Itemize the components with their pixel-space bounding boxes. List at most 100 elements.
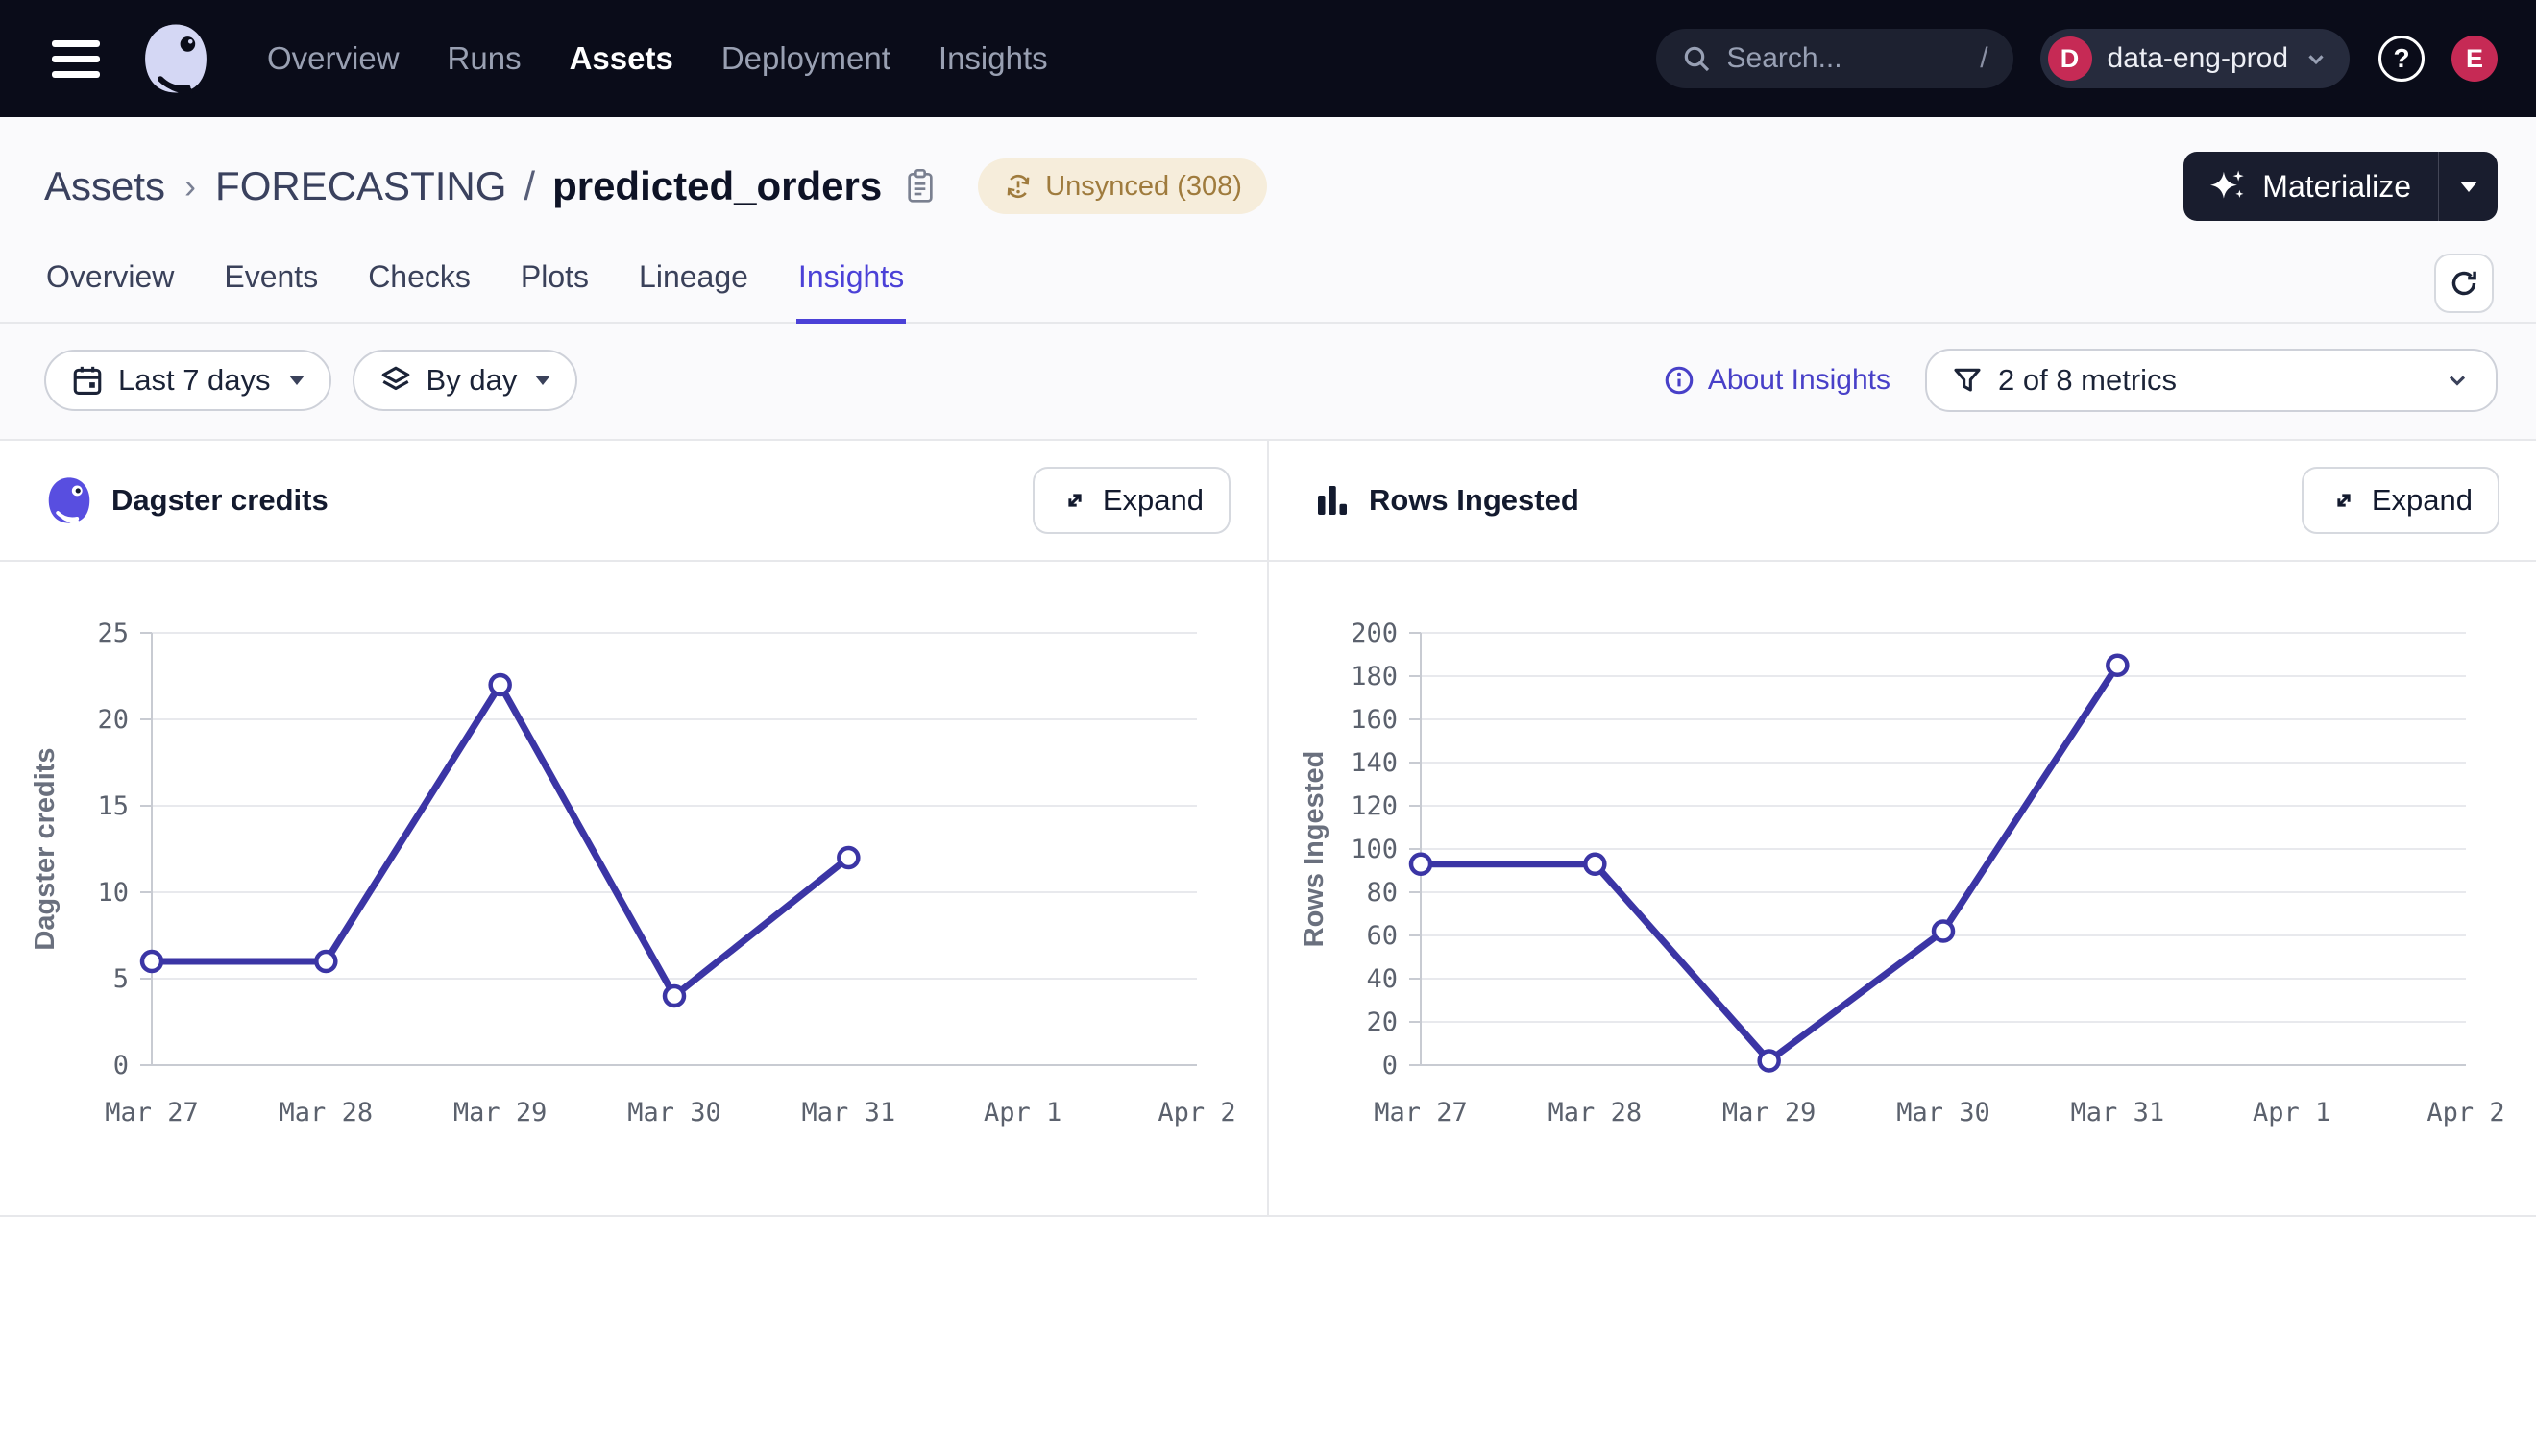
granularity-filter-button[interactable]: By day: [353, 350, 578, 411]
dagster-octopus-icon: [44, 475, 94, 525]
svg-text:Apr 2: Apr 2: [1158, 1098, 1235, 1128]
svg-text:Apr 1: Apr 1: [984, 1098, 1061, 1128]
refresh-icon: [2447, 266, 2481, 301]
layers-icon: [379, 364, 412, 397]
svg-text:Mar 29: Mar 29: [1722, 1098, 1817, 1128]
page-header: Assets › FORECASTING / predicted_orders: [0, 117, 2536, 324]
svg-text:25: 25: [97, 619, 129, 648]
expand-button[interactable]: Expand: [2302, 467, 2499, 534]
sync-status-label: Unsynced (308): [1045, 171, 1242, 203]
svg-text:Mar 31: Mar 31: [2071, 1098, 2165, 1128]
menu-icon[interactable]: [52, 40, 100, 78]
search-shortcut-hint: /: [1980, 42, 1987, 75]
deployment-initial-badge: D: [2048, 36, 2092, 81]
chart-title: Rows Ingested: [1369, 483, 1579, 518]
asset-tabs: Overview Events Checks Plots Lineage Ins…: [0, 250, 2536, 324]
breadcrumb-slash: /: [524, 163, 535, 209]
about-insights-link[interactable]: About Insights: [1663, 364, 1890, 397]
svg-text:20: 20: [97, 705, 129, 735]
insights-charts: Dagster credits Expand 0510152025Mar 27M…: [0, 439, 2536, 1217]
svg-text:Mar 29: Mar 29: [453, 1098, 548, 1128]
main-nav-links: Overview Runs Assets Deployment Insights: [267, 40, 1048, 77]
chevron-down-icon: [2460, 182, 2477, 192]
svg-text:Apr 1: Apr 1: [2253, 1098, 2330, 1128]
tab-events[interactable]: Events: [222, 250, 320, 322]
svg-text:100: 100: [1351, 835, 1398, 864]
asset-name: predicted_orders: [552, 163, 882, 209]
svg-text:Apr 2: Apr 2: [2426, 1098, 2504, 1128]
chevron-down-icon: [289, 376, 305, 385]
nav-item-runs[interactable]: Runs: [448, 40, 522, 77]
insights-filter-bar: Last 7 days By day About Insights 2 of 8…: [0, 324, 2536, 439]
breadcrumb-group-link[interactable]: FORECASTING: [215, 163, 506, 209]
svg-text:20: 20: [1366, 1007, 1398, 1037]
chevron-down-icon: [535, 376, 550, 385]
chevron-down-icon: [2304, 46, 2329, 71]
nav-item-overview[interactable]: Overview: [267, 40, 400, 77]
refresh-button[interactable]: [2434, 254, 2494, 313]
rows-ingested-panel: Rows Ingested Expand 0204060801001201401…: [1267, 441, 2536, 1215]
deployment-switcher[interactable]: D data-eng-prod: [2040, 29, 2350, 88]
svg-text:Mar 31: Mar 31: [802, 1098, 896, 1128]
sync-alert-icon: [1003, 171, 1034, 202]
svg-text:Mar 30: Mar 30: [627, 1098, 721, 1128]
copy-icon[interactable]: [905, 168, 936, 205]
breadcrumb: Assets › FORECASTING / predicted_orders: [44, 158, 1267, 214]
tab-lineage[interactable]: Lineage: [637, 250, 750, 322]
svg-text:5: 5: [113, 964, 129, 994]
filter-funnel-icon: [1952, 365, 1983, 396]
expand-icon: [2329, 485, 2359, 516]
chevron-down-icon: [2444, 367, 2471, 394]
expand-label: Expand: [1103, 483, 1204, 518]
svg-text:60: 60: [1366, 921, 1398, 951]
chart-title: Dagster credits: [111, 483, 329, 518]
search-input[interactable]: [1727, 42, 1965, 75]
nav-item-assets[interactable]: Assets: [570, 40, 673, 77]
user-avatar[interactable]: E: [2451, 36, 2498, 82]
tab-insights[interactable]: Insights: [796, 250, 906, 324]
svg-text:40: 40: [1366, 964, 1398, 994]
svg-text:Rows Ingested: Rows Ingested: [1299, 751, 1329, 948]
date-range-label: Last 7 days: [118, 363, 271, 398]
help-button[interactable]: ?: [2378, 36, 2425, 82]
nav-item-insights[interactable]: Insights: [939, 40, 1048, 77]
calendar-icon: [71, 364, 104, 397]
svg-text:120: 120: [1351, 791, 1398, 821]
expand-button[interactable]: Expand: [1033, 467, 1231, 534]
breadcrumb-assets-link[interactable]: Assets: [44, 163, 165, 209]
bar-chart-icon: [1313, 481, 1352, 520]
top-nav: Overview Runs Assets Deployment Insights…: [0, 0, 2536, 117]
date-range-filter-button[interactable]: Last 7 days: [44, 350, 331, 411]
dagster-logo-icon[interactable]: [138, 21, 213, 96]
svg-text:Mar 28: Mar 28: [1548, 1098, 1643, 1128]
tab-plots[interactable]: Plots: [519, 250, 591, 322]
line-chart-canvas[interactable]: 0510152025Mar 27Mar 28Mar 29Mar 30Mar 31…: [0, 562, 1266, 1215]
svg-text:0: 0: [1382, 1051, 1398, 1080]
materialize-label: Materialize: [2262, 169, 2411, 205]
svg-text:0: 0: [113, 1051, 129, 1080]
dagster-credits-panel: Dagster credits Expand 0510152025Mar 27M…: [0, 441, 1267, 1215]
tab-overview[interactable]: Overview: [44, 250, 176, 322]
sparkles-icon: [2210, 168, 2247, 205]
nav-item-deployment[interactable]: Deployment: [721, 40, 890, 77]
search-box[interactable]: /: [1656, 29, 2013, 88]
svg-text:15: 15: [97, 791, 129, 821]
sync-status-badge[interactable]: Unsynced (308): [978, 158, 1267, 214]
svg-text:80: 80: [1366, 878, 1398, 908]
metrics-filter-select[interactable]: 2 of 8 metrics: [1925, 349, 2498, 412]
line-chart-canvas[interactable]: 020406080100120140160180200Mar 27Mar 28M…: [1269, 562, 2535, 1215]
svg-text:200: 200: [1351, 619, 1398, 648]
svg-text:10: 10: [97, 878, 129, 908]
tab-checks[interactable]: Checks: [366, 250, 473, 322]
materialize-button[interactable]: Materialize: [2183, 152, 2438, 221]
svg-text:160: 160: [1351, 705, 1398, 735]
info-icon: [1663, 364, 1695, 397]
metrics-filter-label: 2 of 8 metrics: [1998, 363, 2177, 398]
materialize-split-button: Materialize: [2183, 152, 2498, 221]
breadcrumb-separator: ›: [183, 166, 198, 206]
svg-text:Mar 28: Mar 28: [280, 1098, 374, 1128]
granularity-label: By day: [427, 363, 518, 398]
about-insights-label: About Insights: [1708, 364, 1890, 397]
materialize-dropdown-button[interactable]: [2438, 152, 2498, 221]
expand-label: Expand: [2372, 483, 2473, 518]
